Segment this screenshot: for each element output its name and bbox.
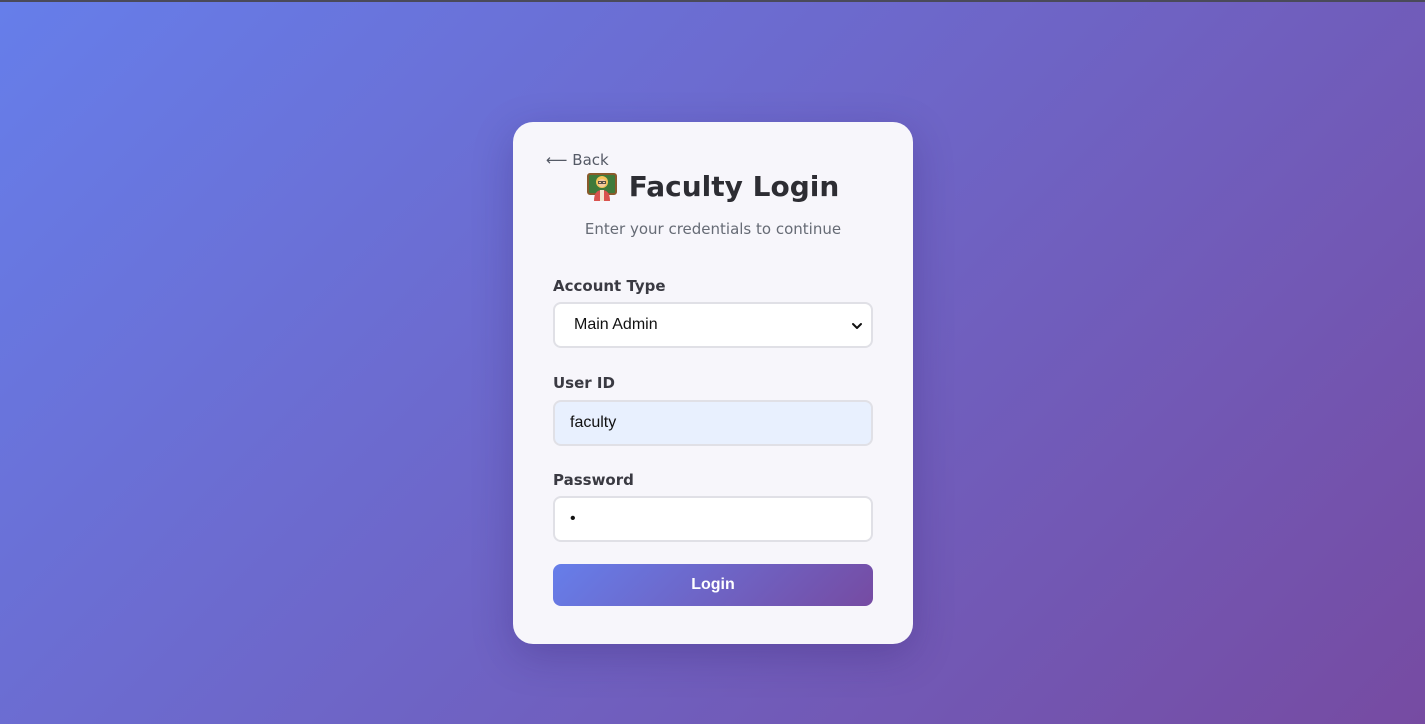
login-page: { "back_label": "⟵ Back", "title": "Facu… (0, 0, 1425, 724)
login-card: ⟵ Back Faculty Login Enter your credenti… (513, 122, 913, 644)
page-title: Faculty Login (628, 170, 840, 203)
password-value: • (570, 510, 576, 527)
account-type-select[interactable]: Main Admin (553, 302, 873, 348)
account-type-value: Main Admin (574, 316, 658, 333)
page-subtitle: Enter your credentials to continue (584, 220, 842, 238)
password-label: Password (553, 471, 634, 489)
password-input[interactable]: • (553, 496, 873, 542)
login-button[interactable]: Login (553, 564, 873, 606)
account-type-label: Account Type (553, 277, 666, 295)
title-row: Faculty Login (513, 170, 913, 203)
user-id-label: User ID (553, 374, 615, 392)
back-link[interactable]: ⟵ Back (546, 151, 609, 169)
chevron-down-icon (851, 319, 863, 331)
teacher-icon (586, 172, 617, 202)
user-id-input[interactable]: faculty (553, 400, 873, 446)
user-id-value: faculty (570, 414, 617, 431)
